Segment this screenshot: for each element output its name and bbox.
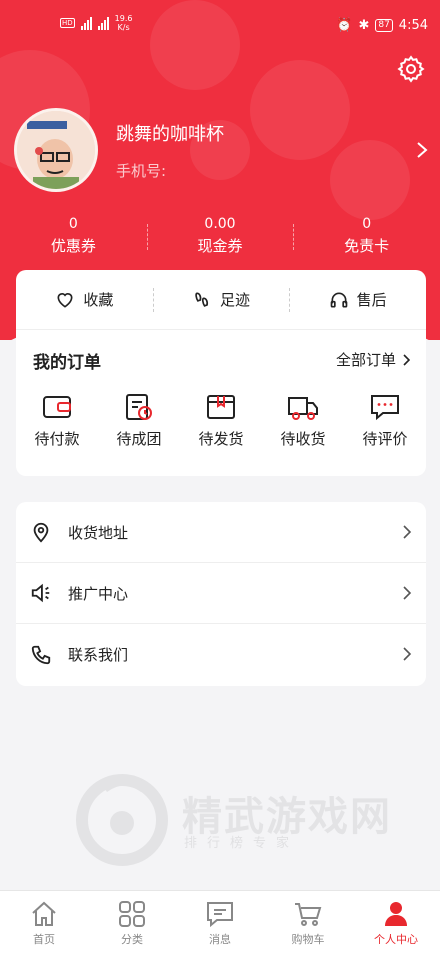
signal-icon	[80, 16, 92, 30]
tab-profile[interactable]: 个人中心	[352, 891, 440, 953]
speaker-icon	[31, 583, 50, 603]
stat-cash-vouchers[interactable]: 0.00 现金券	[146, 214, 294, 262]
chevron-right-icon	[403, 353, 410, 366]
battery-indicator: 87	[375, 19, 393, 32]
quick-link-label: 售后	[356, 291, 387, 309]
quick-link-footprints[interactable]: 足迹	[152, 270, 290, 329]
order-pending-review[interactable]: 待评价	[344, 392, 426, 456]
stat-value: 0.00	[204, 216, 236, 232]
username[interactable]: 跳舞的咖啡杯	[116, 120, 224, 146]
menu-item-label: 收货地址	[68, 523, 129, 542]
tab-label: 分类	[121, 933, 143, 946]
order-pending-payment[interactable]: 待付款	[16, 392, 98, 456]
quick-links: 收藏 足迹 售后	[16, 270, 426, 330]
stat-value: 0	[68, 216, 78, 232]
watermark-subtitle: 排行榜专家	[184, 836, 300, 851]
phone-label: 手机号:	[116, 162, 167, 180]
decorative-bubble	[330, 140, 410, 220]
message-icon	[207, 902, 233, 928]
menu-item-contact-us[interactable]: 联系我们	[16, 624, 426, 685]
decorative-bubble	[250, 60, 350, 160]
avatar[interactable]	[14, 108, 98, 192]
order-status-label: 待发货	[198, 430, 244, 448]
chevron-right-icon	[403, 647, 412, 661]
account-stats: 0 优惠券 0.00 现金券 0 免责卡	[0, 214, 440, 262]
order-pending-receipt[interactable]: 待收货	[262, 392, 344, 456]
menu-item-label: 推广中心	[68, 584, 129, 603]
bottom-tab-bar: 首页 分类 消息 购物车 个人中心	[0, 890, 440, 953]
signal-icon	[97, 16, 109, 30]
location-pin-icon	[33, 522, 49, 543]
cart-icon	[295, 903, 322, 926]
footprint-icon	[195, 291, 209, 307]
stat-label: 优惠券	[50, 237, 96, 255]
site-watermark: 精武游戏网 排行榜专家	[74, 768, 414, 868]
stat-value: 0	[362, 216, 372, 232]
truck-icon	[288, 397, 318, 420]
stat-label: 免责卡	[344, 237, 390, 255]
tab-label: 消息	[209, 933, 231, 946]
person-icon	[385, 902, 407, 926]
quick-link-after-sales[interactable]: 售后	[289, 270, 426, 329]
tab-cart[interactable]: 购物车	[264, 891, 352, 953]
tab-label: 个人中心	[374, 933, 418, 946]
home-icon	[32, 901, 56, 926]
wallet-icon	[43, 396, 71, 418]
quick-link-label: 足迹	[220, 291, 251, 309]
order-status-label: 待付款	[34, 430, 80, 448]
watermark-logo	[76, 774, 168, 866]
all-orders-label: 全部订单	[335, 351, 396, 369]
order-status-label: 待评价	[362, 430, 408, 448]
settings-menu-card: 收货地址 推广中心 联系我们	[16, 502, 426, 686]
order-status-label: 待收货	[280, 430, 326, 448]
orders-card: 收藏 足迹 售后 我的订单 全部订单 待付款 待成团 待发货 待收货 待评价	[16, 270, 426, 476]
order-status-row: 待付款 待成团 待发货 待收货 待评价	[16, 392, 426, 456]
headphones-icon	[330, 292, 348, 307]
tab-messages[interactable]: 消息	[176, 891, 264, 953]
order-pending-group[interactable]: 待成团	[98, 392, 180, 456]
status-bar: HD 19.6 K/s ⏰ ✱ 87 4:54	[0, 0, 440, 56]
orders-title: 我的订单	[33, 353, 101, 373]
order-pending-shipment[interactable]: 待发货	[180, 392, 262, 456]
chevron-right-icon	[403, 586, 412, 600]
grid-icon	[119, 901, 145, 927]
time: 4:54	[398, 18, 428, 33]
tab-home[interactable]: 首页	[0, 891, 88, 953]
chevron-right-icon	[403, 525, 412, 539]
phone-icon	[31, 645, 51, 664]
stat-label: 现金券	[197, 237, 243, 255]
network-speed: 19.6 K/s	[114, 14, 133, 32]
bluetooth-icon: ✱	[358, 18, 370, 33]
order-status-label: 待成团	[116, 430, 162, 448]
tab-label: 首页	[33, 933, 55, 946]
menu-item-shipping-address[interactable]: 收货地址	[16, 502, 426, 563]
chevron-right-icon[interactable]	[414, 140, 430, 160]
tab-label: 购物车	[291, 933, 325, 946]
hd-badge: HD	[60, 18, 75, 28]
settings-gear-icon[interactable]	[396, 54, 426, 84]
all-orders-link[interactable]: 全部订单	[336, 349, 410, 370]
heart-icon	[57, 292, 73, 308]
comment-icon	[371, 395, 399, 421]
package-icon	[207, 395, 235, 419]
quick-link-favorites[interactable]: 收藏	[16, 270, 153, 329]
quick-link-label: 收藏	[83, 291, 114, 309]
stat-exemption-cards[interactable]: 0 免责卡	[293, 214, 440, 262]
alarm-icon: ⏰	[336, 18, 353, 33]
menu-item-label: 联系我们	[68, 646, 129, 664]
menu-item-promotion-center[interactable]: 推广中心	[16, 563, 426, 624]
stat-coupons[interactable]: 0 优惠券	[0, 214, 147, 262]
tab-category[interactable]: 分类	[88, 891, 176, 953]
group-clock-icon	[126, 394, 152, 420]
